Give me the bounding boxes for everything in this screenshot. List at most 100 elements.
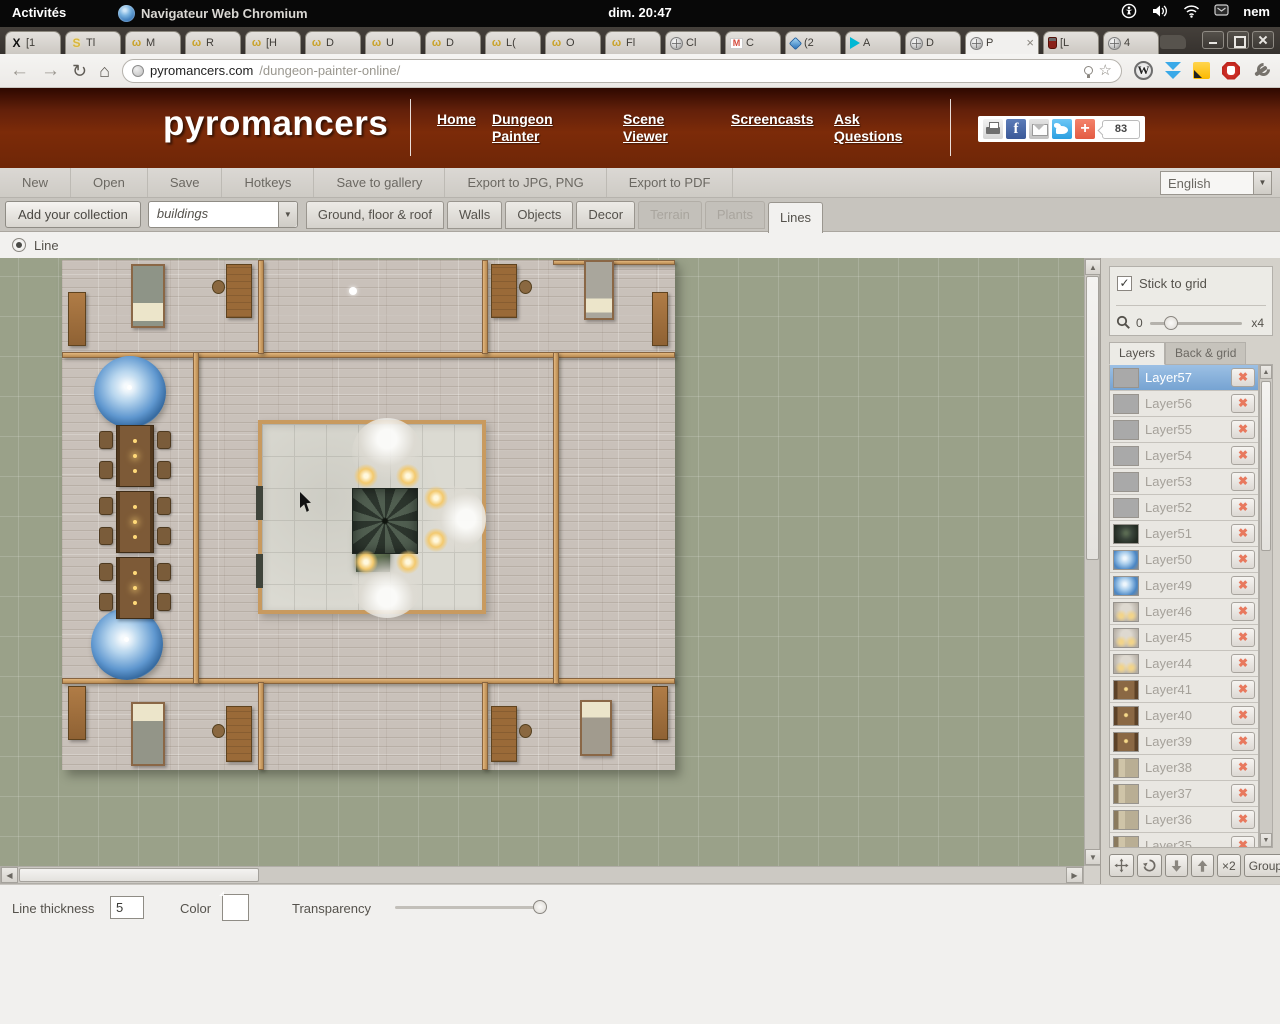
browser-tab-l[interactable]: [L — [1043, 31, 1099, 54]
map-cabinet[interactable] — [68, 292, 86, 346]
map-cabinet[interactable] — [652, 292, 668, 346]
wikipedia-extension-icon[interactable]: W — [1134, 61, 1153, 80]
move-down-button[interactable] — [1165, 854, 1188, 877]
menu-item-export-to-jpg-png[interactable]: Export to JPG, PNG — [445, 168, 606, 197]
browser-tab-d[interactable]: ωD — [425, 31, 481, 54]
map-chair[interactable] — [157, 563, 171, 581]
browser-tab-2[interactable]: (2 — [785, 31, 841, 54]
layer-row-layer45[interactable]: Layer45✖ — [1110, 625, 1258, 651]
browser-tab-fl[interactable]: ωFl — [605, 31, 661, 54]
map-chair[interactable] — [157, 431, 171, 449]
browser-tab-c[interactable]: MC — [725, 31, 781, 54]
map-stool[interactable] — [212, 724, 225, 738]
map-stool[interactable] — [212, 280, 225, 294]
map-desk[interactable] — [491, 706, 517, 762]
delete-layer-button[interactable]: ✖ — [1231, 576, 1255, 595]
close-window-button[interactable] — [1252, 31, 1274, 49]
layer-row-layer41[interactable]: Layer41✖ — [1110, 677, 1258, 703]
map-cabinet[interactable] — [652, 686, 668, 740]
layer-row-layer52[interactable]: Layer52✖ — [1110, 495, 1258, 521]
map-chair[interactable] — [157, 593, 171, 611]
transparency-slider[interactable] — [395, 906, 545, 909]
map-table[interactable] — [116, 491, 154, 553]
map-table[interactable] — [116, 425, 154, 487]
layer-row-layer50[interactable]: Layer50✖ — [1110, 547, 1258, 573]
scroll-left-icon[interactable]: ◀ — [1, 867, 18, 883]
layer-row-layer46[interactable]: Layer46✖ — [1110, 599, 1258, 625]
header-link-ask-questions[interactable]: Ask Questions — [834, 111, 920, 145]
map-chair[interactable] — [99, 593, 113, 611]
volume-icon[interactable] — [1151, 3, 1169, 19]
color-picker-swatch[interactable] — [222, 894, 249, 921]
map-pool[interactable] — [94, 356, 166, 428]
layer-row-layer55[interactable]: Layer55✖ — [1110, 417, 1258, 443]
stick-to-grid-checkbox[interactable]: ✓ — [1117, 276, 1132, 291]
menu-item-save-to-gallery[interactable]: Save to gallery — [314, 168, 445, 197]
delete-layer-button[interactable]: ✖ — [1231, 472, 1255, 491]
delete-layer-button[interactable]: ✖ — [1231, 420, 1255, 439]
header-link-dungeon-painter[interactable]: Dungeon Painter — [492, 111, 570, 145]
zoom-slider[interactable] — [1150, 322, 1242, 325]
minimize-button[interactable] — [1202, 31, 1224, 49]
printer-share-icon[interactable] — [983, 119, 1003, 139]
browser-tab-d[interactable]: D — [905, 31, 961, 54]
browser-tab-a[interactable]: A — [845, 31, 901, 54]
panel-tab-back-grid[interactable]: Back & grid — [1165, 342, 1246, 365]
new-tab-button[interactable] — [1160, 35, 1186, 49]
delete-layer-button[interactable]: ✖ — [1231, 368, 1255, 387]
delete-layer-button[interactable]: ✖ — [1231, 446, 1255, 465]
layer-row-layer44[interactable]: Layer44✖ — [1110, 651, 1258, 677]
map-bed-c[interactable] — [131, 702, 165, 766]
map-chair[interactable] — [157, 527, 171, 545]
browser-tab-p[interactable]: P× — [965, 31, 1039, 54]
delete-layer-button[interactable]: ✖ — [1231, 810, 1255, 829]
add-collection-button[interactable]: Add your collection — [5, 201, 141, 228]
header-link-home[interactable]: Home — [437, 111, 481, 128]
layer-scroll-thumb[interactable] — [1261, 381, 1271, 551]
map-chair[interactable] — [99, 431, 113, 449]
header-link-screencasts[interactable]: Screencasts — [731, 111, 823, 128]
screenshot-extension-icon[interactable] — [1193, 62, 1210, 79]
map-stool[interactable] — [519, 280, 532, 294]
map-bed-d[interactable] — [580, 700, 612, 756]
asset-tab-decor[interactable]: Decor — [576, 201, 635, 229]
delete-layer-button[interactable]: ✖ — [1231, 602, 1255, 621]
map-desk[interactable] — [226, 264, 252, 318]
delete-layer-button[interactable]: ✖ — [1231, 784, 1255, 803]
group-button[interactable]: Group — [1244, 854, 1280, 877]
canvas[interactable] — [0, 258, 1084, 866]
scroll-down-icon[interactable]: ▼ — [1085, 849, 1101, 865]
asset-tab-ground-floor-roof[interactable]: Ground, floor & roof — [306, 201, 444, 229]
header-link-scene-viewer[interactable]: Scene Viewer — [623, 111, 685, 145]
collection-combo[interactable]: buildings ▼ — [148, 201, 298, 228]
layer-row-layer40[interactable]: Layer40✖ — [1110, 703, 1258, 729]
line-radio[interactable] — [12, 238, 26, 252]
chevron-down-icon[interactable]: ▼ — [1253, 172, 1271, 194]
share-count-badge[interactable]: 83 — [1102, 120, 1140, 139]
map-bed-b[interactable] — [584, 260, 614, 320]
move-layer-button[interactable] — [1109, 854, 1134, 877]
map-spiral[interactable] — [352, 488, 418, 554]
asset-tab-objects[interactable]: Objects — [505, 201, 573, 229]
layer-row-layer49[interactable]: Layer49✖ — [1110, 573, 1258, 599]
asset-tab-walls[interactable]: Walls — [447, 201, 502, 229]
home-button[interactable]: ⌂ — [99, 61, 110, 81]
clock[interactable]: dim. 20:47 — [0, 5, 1280, 20]
vertical-scroll-thumb[interactable] — [1086, 276, 1099, 560]
scroll-down-icon[interactable]: ▼ — [1260, 833, 1272, 847]
address-bar[interactable]: pyromancers.com /dungeon-painter-online/… — [122, 59, 1122, 83]
delete-layer-button[interactable]: ✖ — [1231, 654, 1255, 673]
wifi-icon[interactable] — [1183, 4, 1200, 18]
chat-indicator-icon[interactable] — [1214, 4, 1229, 18]
email-share-icon[interactable] — [1029, 119, 1049, 139]
username[interactable]: nem — [1243, 4, 1270, 19]
site-logo[interactable]: pyromancers — [163, 104, 388, 144]
map-stool[interactable] — [519, 724, 532, 738]
tab-close-icon[interactable]: × — [1026, 38, 1034, 48]
transparency-slider-thumb[interactable] — [533, 900, 547, 914]
layer-row-layer37[interactable]: Layer37✖ — [1110, 781, 1258, 807]
layer-row-layer39[interactable]: Layer39✖ — [1110, 729, 1258, 755]
browser-tab-r[interactable]: ωR — [185, 31, 241, 54]
reload-button[interactable]: ↻ — [72, 61, 87, 81]
addthis-share-icon[interactable]: + — [1075, 119, 1095, 139]
